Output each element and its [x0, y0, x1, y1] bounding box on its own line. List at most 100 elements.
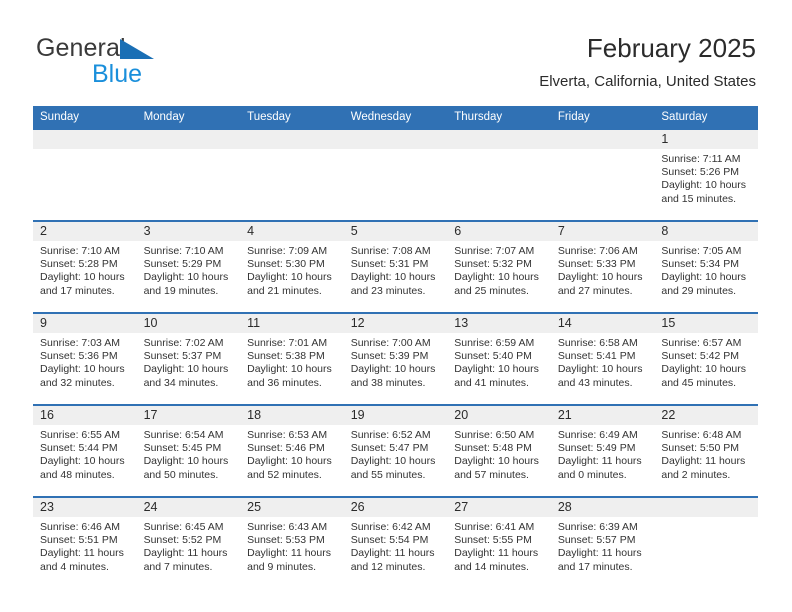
- sunset-text: Sunset: 5:41 PM: [557, 350, 636, 363]
- day-cell[interactable]: 28 Sunrise: 6:39 AM Sunset: 5:57 PM Dayligh…: [550, 498, 655, 588]
- day-cell[interactable]: 26 Sunrise: 6:42 AM Sunset: 5:54 PM Dayligh…: [343, 498, 448, 588]
- day-cell[interactable]: 7 Sunrise: 7:06 AM Sunset: 5:33 PM Daylight…: [550, 222, 655, 312]
- day-number: 28: [550, 498, 655, 517]
- day-cell[interactable]: 3 Sunrise: 7:10 AM Sunset: 5:29 PM Daylight…: [136, 222, 241, 312]
- day-cell[interactable]: 1 Sunrise: 7:11 AM Sunset: 5:26 PM Daylight…: [654, 130, 758, 220]
- calendar-page: General Blue February 2025 Elverta, Cali…: [0, 0, 792, 612]
- sunrise-text: Sunrise: 7:07 AM: [454, 245, 535, 257]
- sunrise-text: Sunrise: 6:54 AM: [143, 429, 224, 441]
- day-number: 10: [136, 314, 241, 333]
- daylight-text: Daylight: 10 hours and 52 minutes.: [247, 455, 332, 481]
- daylight-text: Daylight: 10 hours and 21 minutes.: [247, 271, 332, 297]
- weekday-header-thursday: Thursday: [447, 106, 551, 129]
- calendar-cell: 7 Sunrise: 7:06 AM Sunset: 5:33 PM Daylight…: [550, 220, 655, 313]
- sunrise-text: Sunrise: 7:05 AM: [661, 245, 742, 257]
- sunrise-text: Sunrise: 6:58 AM: [557, 337, 638, 349]
- day-cell[interactable]: 22 Sunrise: 6:48 AM Sunset: 5:50 PM Dayligh…: [654, 406, 758, 496]
- calendar-cell: 21 Sunrise: 6:49 AM Sunset: 5:49 PM Dayligh…: [550, 404, 655, 497]
- calendar-cell: 18 Sunrise: 6:53 AM Sunset: 5:46 PM Dayligh…: [240, 404, 344, 497]
- day-cell[interactable]: 16 Sunrise: 6:55 AM Sunset: 5:44 PM Dayligh…: [33, 406, 137, 496]
- day-number: [550, 130, 655, 149]
- day-number: 25: [240, 498, 344, 517]
- weekday-header-friday: Friday: [550, 106, 655, 129]
- sunrise-text: Sunrise: 6:39 AM: [557, 521, 638, 533]
- day-cell[interactable]: 4 Sunrise: 7:09 AM Sunset: 5:30 PM Daylight…: [240, 222, 344, 312]
- day-number: 18: [240, 406, 344, 425]
- day-details: Sunrise: 7:10 AM Sunset: 5:29 PM Daylight:…: [137, 241, 241, 298]
- day-cell[interactable]: 21 Sunrise: 6:49 AM Sunset: 5:49 PM Dayligh…: [550, 406, 655, 496]
- day-number: 13: [447, 314, 551, 333]
- daylight-text: Daylight: 10 hours and 48 minutes.: [40, 455, 125, 481]
- day-details: Sunrise: 6:49 AM Sunset: 5:49 PM Daylight:…: [551, 425, 655, 482]
- calendar-week-row: 9 Sunrise: 7:03 AM Sunset: 5:36 PM Daylight…: [33, 312, 758, 405]
- daylight-text: Daylight: 10 hours and 55 minutes.: [350, 455, 436, 481]
- sunset-text: Sunset: 5:51 PM: [40, 534, 118, 547]
- calendar-cell: 3 Sunrise: 7:10 AM Sunset: 5:29 PM Daylight…: [136, 220, 241, 313]
- day-number: 3: [136, 222, 241, 241]
- daylight-text: Daylight: 10 hours and 32 minutes.: [40, 363, 125, 389]
- calendar-cell: 24 Sunrise: 6:45 AM Sunset: 5:52 PM Dayligh…: [136, 496, 241, 588]
- day-number: [33, 130, 137, 149]
- day-cell[interactable]: 19 Sunrise: 6:52 AM Sunset: 5:47 PM Dayligh…: [343, 406, 448, 496]
- day-details: Sunrise: 6:54 AM Sunset: 5:45 PM Daylight:…: [137, 425, 241, 482]
- day-number: [447, 130, 551, 149]
- sunset-text: Sunset: 5:28 PM: [40, 258, 118, 271]
- day-cell[interactable]: 17 Sunrise: 6:54 AM Sunset: 5:45 PM Dayligh…: [136, 406, 241, 496]
- sunset-text: Sunset: 5:55 PM: [454, 534, 532, 547]
- daylight-text: Daylight: 11 hours and 0 minutes.: [557, 455, 642, 481]
- day-cell[interactable]: 14 Sunrise: 6:58 AM Sunset: 5:41 PM Dayligh…: [550, 314, 655, 404]
- general-blue-logo[interactable]: General Blue: [36, 34, 266, 90]
- day-details: Sunrise: 7:09 AM Sunset: 5:30 PM Daylight:…: [240, 241, 344, 298]
- calendar-cell: [240, 128, 344, 221]
- day-cell[interactable]: 23 Sunrise: 6:46 AM Sunset: 5:51 PM Dayligh…: [33, 498, 137, 588]
- calendar-cell: 25 Sunrise: 6:43 AM Sunset: 5:53 PM Dayligh…: [240, 496, 344, 588]
- day-cell[interactable]: 12 Sunrise: 7:00 AM Sunset: 5:39 PM Dayligh…: [343, 314, 448, 404]
- day-cell[interactable]: 2 Sunrise: 7:10 AM Sunset: 5:28 PM Daylight…: [33, 222, 137, 312]
- calendar-cell: 14 Sunrise: 6:58 AM Sunset: 5:41 PM Dayligh…: [550, 312, 655, 405]
- day-cell[interactable]: 18 Sunrise: 6:53 AM Sunset: 5:46 PM Dayligh…: [240, 406, 344, 496]
- day-details: Sunrise: 6:48 AM Sunset: 5:50 PM Daylight:…: [654, 425, 758, 482]
- day-cell[interactable]: 11 Sunrise: 7:01 AM Sunset: 5:38 PM Dayligh…: [240, 314, 344, 404]
- day-cell[interactable]: 27 Sunrise: 6:41 AM Sunset: 5:55 PM Dayligh…: [447, 498, 551, 588]
- day-cell[interactable]: 25 Sunrise: 6:43 AM Sunset: 5:53 PM Dayligh…: [240, 498, 344, 588]
- weekday-header-wednesday: Wednesday: [343, 106, 448, 129]
- day-number: 2: [33, 222, 137, 241]
- sunset-text: Sunset: 5:50 PM: [661, 442, 740, 455]
- day-cell[interactable]: 10 Sunrise: 7:02 AM Sunset: 5:37 PM Dayligh…: [136, 314, 241, 404]
- daylight-text: Daylight: 11 hours and 4 minutes.: [40, 547, 124, 573]
- day-number: 20: [447, 406, 551, 425]
- day-cell-empty: [240, 130, 344, 220]
- day-cell[interactable]: 20 Sunrise: 6:50 AM Sunset: 5:48 PM Dayligh…: [447, 406, 551, 496]
- calendar-cell: 28 Sunrise: 6:39 AM Sunset: 5:57 PM Dayligh…: [550, 496, 655, 588]
- day-cell[interactable]: 9 Sunrise: 7:03 AM Sunset: 5:36 PM Daylight…: [33, 314, 137, 404]
- day-cell[interactable]: 15 Sunrise: 6:57 AM Sunset: 5:42 PM Dayligh…: [654, 314, 758, 404]
- day-cell-empty: [654, 498, 758, 588]
- day-cell-empty: [343, 130, 448, 220]
- day-cell-empty: [33, 130, 137, 220]
- calendar-cell: 26 Sunrise: 6:42 AM Sunset: 5:54 PM Dayligh…: [343, 496, 448, 588]
- logo-triangle-icon: [120, 39, 154, 59]
- calendar-cell: 11 Sunrise: 7:01 AM Sunset: 5:38 PM Dayligh…: [240, 312, 344, 405]
- daylight-text: Daylight: 10 hours and 38 minutes.: [350, 363, 436, 389]
- sunrise-text: Sunrise: 6:57 AM: [661, 337, 742, 349]
- day-number: 22: [654, 406, 758, 425]
- day-details: Sunrise: 7:07 AM Sunset: 5:32 PM Daylight:…: [447, 241, 551, 298]
- daylight-text: Daylight: 10 hours and 43 minutes.: [557, 363, 643, 389]
- sunset-text: Sunset: 5:47 PM: [350, 442, 429, 455]
- weekday-header-tuesday: Tuesday: [240, 106, 344, 129]
- calendar-cell: 12 Sunrise: 7:00 AM Sunset: 5:39 PM Dayligh…: [343, 312, 448, 405]
- day-cell[interactable]: 8 Sunrise: 7:05 AM Sunset: 5:34 PM Daylight…: [654, 222, 758, 312]
- day-number: [343, 130, 448, 149]
- day-cell[interactable]: 5 Sunrise: 7:08 AM Sunset: 5:31 PM Daylight…: [343, 222, 448, 312]
- day-number: 16: [33, 406, 137, 425]
- day-cell[interactable]: 6 Sunrise: 7:07 AM Sunset: 5:32 PM Daylight…: [447, 222, 551, 312]
- day-cell[interactable]: 13 Sunrise: 6:59 AM Sunset: 5:40 PM Dayligh…: [447, 314, 551, 404]
- day-details: Sunrise: 7:10 AM Sunset: 5:28 PM Daylight:…: [33, 241, 137, 298]
- day-details: Sunrise: 7:01 AM Sunset: 5:38 PM Daylight:…: [240, 333, 344, 390]
- sunrise-text: Sunrise: 6:59 AM: [454, 337, 535, 349]
- page-header: General Blue February 2025 Elverta, Cali…: [0, 0, 792, 100]
- day-number: 4: [240, 222, 344, 241]
- daylight-text: Daylight: 10 hours and 15 minutes.: [661, 179, 747, 205]
- day-cell[interactable]: 24 Sunrise: 6:45 AM Sunset: 5:52 PM Dayligh…: [136, 498, 241, 588]
- day-cell-empty: [447, 130, 551, 220]
